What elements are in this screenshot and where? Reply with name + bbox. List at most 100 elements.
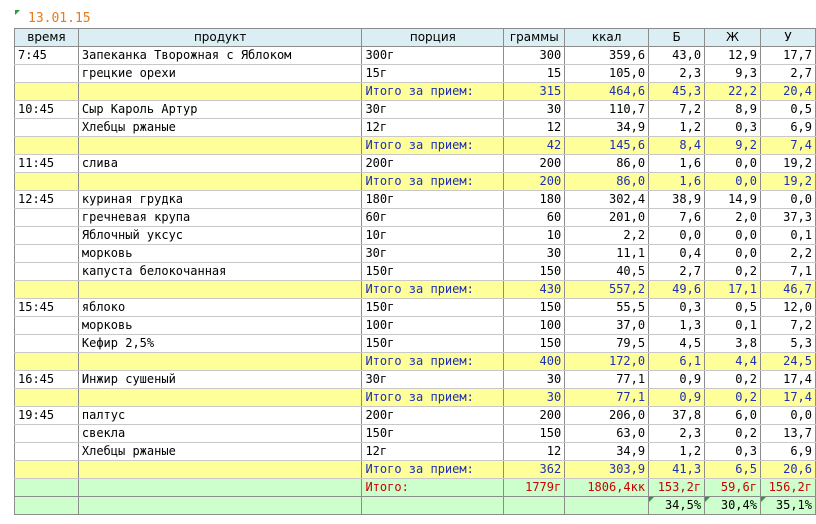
fat-cell[interactable]: 22,2 xyxy=(704,82,761,101)
header-portion[interactable]: порция xyxy=(361,28,505,47)
carbs-cell[interactable]: 46,7 xyxy=(760,280,816,299)
grams-cell[interactable]: 150 xyxy=(503,298,566,317)
product-cell[interactable]: Хлебцы ржаные xyxy=(78,118,363,137)
product-cell[interactable]: куриная грудка xyxy=(78,190,363,209)
protein-cell[interactable]: 38,9 xyxy=(648,190,706,209)
carbs-cell[interactable]: 156,2г xyxy=(760,478,816,497)
grams-cell[interactable] xyxy=(503,496,566,515)
carbs-cell[interactable]: 0,0 xyxy=(760,190,816,209)
grams-cell[interactable]: 15 xyxy=(503,64,566,83)
portion-cell[interactable]: 100г xyxy=(361,316,505,335)
carbs-cell[interactable]: 20,6 xyxy=(760,460,816,479)
protein-cell[interactable]: 1,6 xyxy=(648,154,706,173)
protein-cell[interactable]: 2,3 xyxy=(648,64,706,83)
time-cell[interactable] xyxy=(14,442,79,461)
fat-cell[interactable]: 0,0 xyxy=(704,154,761,173)
protein-percent-cell[interactable]: 34,5% xyxy=(648,496,706,515)
carbs-cell[interactable]: 7,1 xyxy=(760,262,816,281)
kcal-cell[interactable]: 79,5 xyxy=(564,334,650,353)
carbs-cell[interactable]: 19,2 xyxy=(760,172,816,191)
protein-cell[interactable]: 41,3 xyxy=(648,460,706,479)
grams-cell[interactable]: 150 xyxy=(503,334,566,353)
grams-cell[interactable]: 150 xyxy=(503,262,566,281)
grams-cell[interactable]: 430 xyxy=(503,280,566,299)
kcal-cell[interactable]: 2,2 xyxy=(564,226,650,245)
carbs-cell[interactable]: 20,4 xyxy=(760,82,816,101)
protein-cell[interactable]: 0,3 xyxy=(648,298,706,317)
kcal-cell[interactable]: 86,0 xyxy=(564,154,650,173)
time-cell[interactable] xyxy=(14,244,79,263)
product-cell[interactable] xyxy=(78,388,363,407)
kcal-cell[interactable]: 40,5 xyxy=(564,262,650,281)
protein-cell[interactable]: 2,3 xyxy=(648,424,706,443)
product-cell[interactable] xyxy=(78,136,363,155)
time-cell[interactable]: 10:45 xyxy=(14,100,79,119)
portion-cell[interactable]: 150г xyxy=(361,298,505,317)
kcal-cell[interactable]: 77,1 xyxy=(564,370,650,389)
fat-cell[interactable]: 8,9 xyxy=(704,100,761,119)
protein-cell[interactable]: 1,3 xyxy=(648,316,706,335)
time-cell[interactable] xyxy=(14,316,79,335)
carbs-cell[interactable]: 2,7 xyxy=(760,64,816,83)
grams-cell[interactable]: 12 xyxy=(503,118,566,137)
carbs-cell[interactable]: 19,2 xyxy=(760,154,816,173)
fat-percent-cell[interactable]: 30,4% xyxy=(704,496,761,515)
carbs-cell[interactable]: 17,7 xyxy=(760,46,816,65)
time-cell[interactable] xyxy=(14,118,79,137)
grams-cell[interactable]: 200 xyxy=(503,406,566,425)
time-cell[interactable] xyxy=(14,478,79,497)
grand-total-label[interactable]: Итого: xyxy=(361,478,505,497)
product-cell[interactable]: Кефир 2,5% xyxy=(78,334,363,353)
kcal-cell[interactable]: 34,9 xyxy=(564,442,650,461)
protein-cell[interactable]: 4,5 xyxy=(648,334,706,353)
time-cell[interactable] xyxy=(14,496,79,515)
grams-cell[interactable]: 1779г xyxy=(503,478,566,497)
time-cell[interactable]: 7:45 xyxy=(14,46,79,65)
portion-cell[interactable]: 150г xyxy=(361,262,505,281)
product-cell[interactable]: яблоко xyxy=(78,298,363,317)
kcal-cell[interactable]: 37,0 xyxy=(564,316,650,335)
product-cell[interactable]: капуста белокочанная xyxy=(78,262,363,281)
time-cell[interactable] xyxy=(14,64,79,83)
portion-cell[interactable]: 12г xyxy=(361,118,505,137)
kcal-cell[interactable]: 557,2 xyxy=(564,280,650,299)
fat-cell[interactable]: 2,0 xyxy=(704,208,761,227)
fat-cell[interactable]: 0,0 xyxy=(704,244,761,263)
protein-cell[interactable]: 1,2 xyxy=(648,442,706,461)
kcal-cell[interactable]: 1806,4кк xyxy=(564,478,650,497)
grams-cell[interactable]: 30 xyxy=(503,388,566,407)
fat-cell[interactable]: 4,4 xyxy=(704,352,761,371)
subtotal-label[interactable]: Итого за прием: xyxy=(361,280,505,299)
grams-cell[interactable]: 200 xyxy=(503,154,566,173)
kcal-cell[interactable]: 55,5 xyxy=(564,298,650,317)
protein-cell[interactable]: 7,6 xyxy=(648,208,706,227)
carbs-cell[interactable]: 13,7 xyxy=(760,424,816,443)
kcal-cell[interactable]: 77,1 xyxy=(564,388,650,407)
time-cell[interactable] xyxy=(14,172,79,191)
product-cell[interactable] xyxy=(78,82,363,101)
protein-cell[interactable]: 6,1 xyxy=(648,352,706,371)
kcal-cell[interactable]: 201,0 xyxy=(564,208,650,227)
protein-cell[interactable]: 37,8 xyxy=(648,406,706,425)
carbs-cell[interactable]: 12,0 xyxy=(760,298,816,317)
fat-cell[interactable]: 0,5 xyxy=(704,298,761,317)
fat-cell[interactable]: 59,6г xyxy=(704,478,761,497)
header-kcal[interactable]: ккал xyxy=(564,28,650,47)
time-cell[interactable] xyxy=(14,388,79,407)
product-cell[interactable]: Запеканка Творожная с Яблоком xyxy=(78,46,363,65)
portion-cell[interactable]: 180г xyxy=(361,190,505,209)
product-cell[interactable]: Сыр Кароль Артур xyxy=(78,100,363,119)
product-cell[interactable]: слива xyxy=(78,154,363,173)
grams-cell[interactable]: 315 xyxy=(503,82,566,101)
grams-cell[interactable]: 12 xyxy=(503,442,566,461)
kcal-cell[interactable]: 302,4 xyxy=(564,190,650,209)
subtotal-label[interactable]: Итого за прием: xyxy=(361,172,505,191)
product-cell[interactable] xyxy=(78,460,363,479)
product-cell[interactable]: Хлебцы ржаные xyxy=(78,442,363,461)
kcal-cell[interactable]: 172,0 xyxy=(564,352,650,371)
time-cell[interactable] xyxy=(14,226,79,245)
fat-cell[interactable]: 9,3 xyxy=(704,64,761,83)
kcal-cell[interactable] xyxy=(564,496,650,515)
product-cell[interactable]: морковь xyxy=(78,244,363,263)
header-protein[interactable]: Б xyxy=(648,28,706,47)
